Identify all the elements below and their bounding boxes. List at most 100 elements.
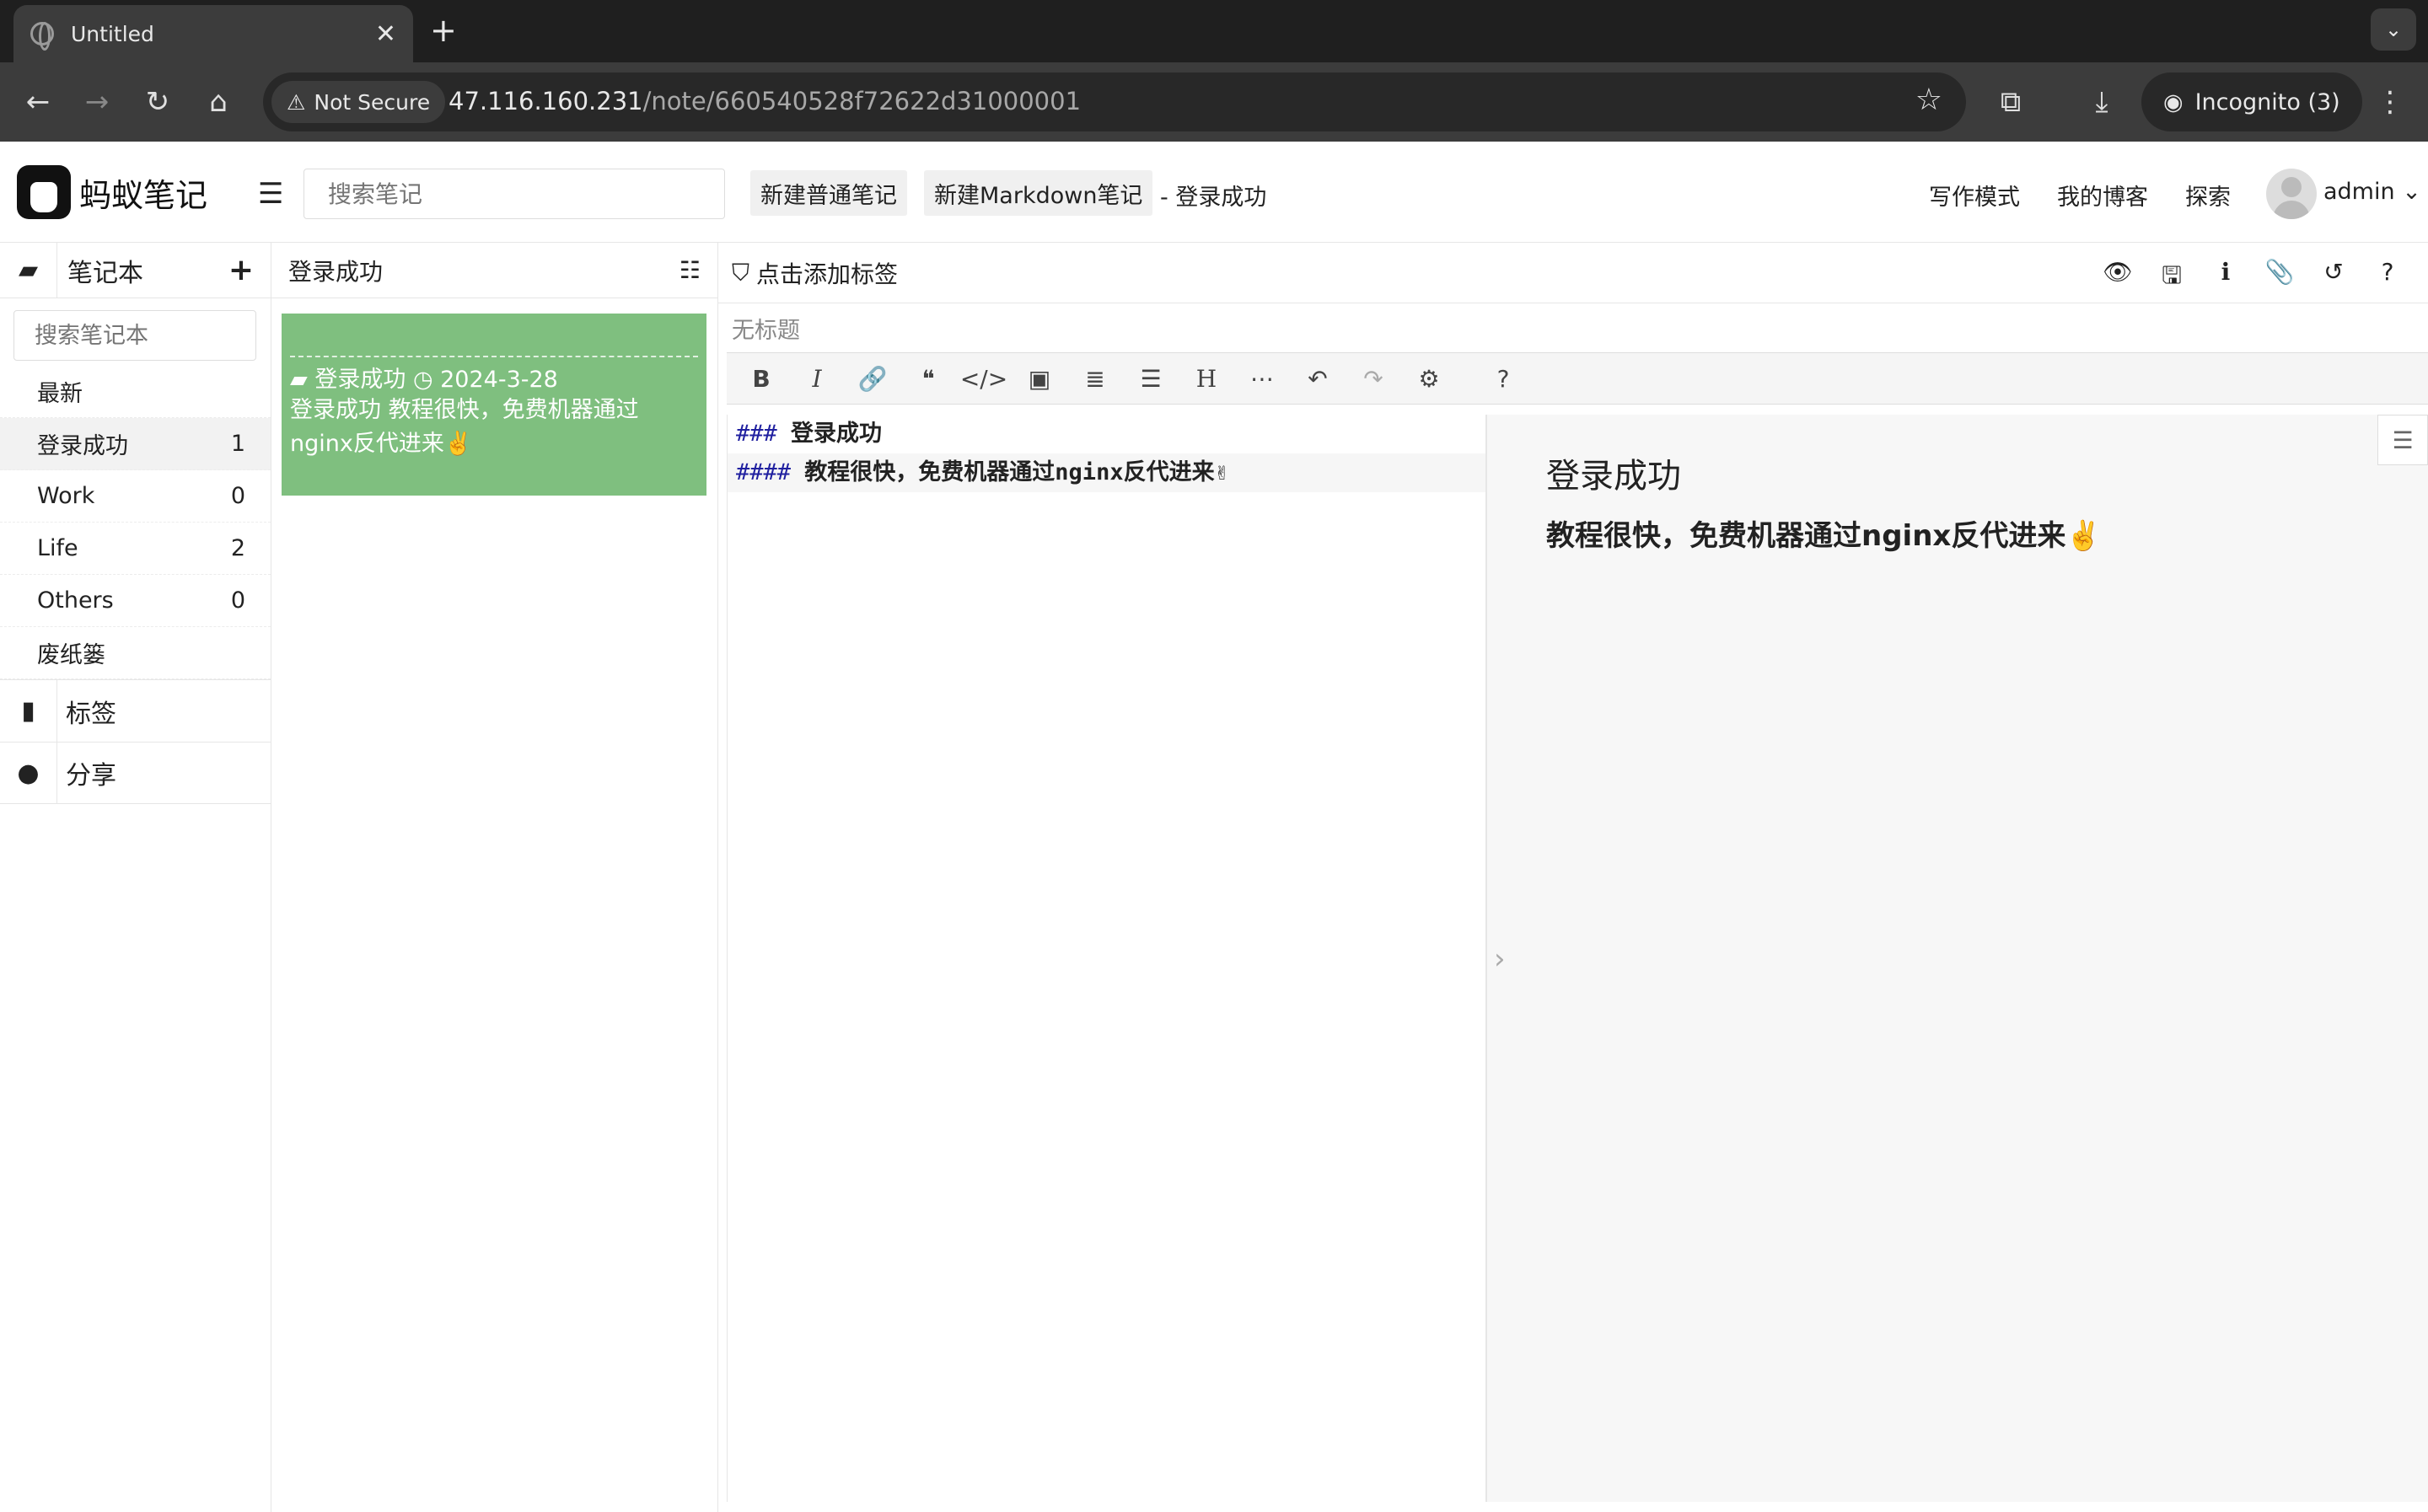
notebook-header: ▰ 笔记本 + (0, 242, 271, 298)
extensions-icon[interactable]: ⧉ (1990, 81, 2032, 123)
bookmark-star-icon[interactable]: ☆ (1915, 83, 1942, 117)
sidebar-item-work[interactable]: Work 0 (0, 470, 271, 523)
editor-tools: 👁 🖫 ℹ 📎 ↺ ? (2091, 258, 2415, 298)
notebook-title: 笔记本 (67, 258, 143, 288)
incognito-icon: ◉ (2163, 88, 2184, 115)
add-tag-label: 点击添加标签 (756, 260, 899, 288)
eye-icon[interactable]: 👁 (2091, 258, 2145, 298)
ordered-list-icon[interactable]: ≣ (1067, 365, 1123, 393)
source-line: ### 登录成功 (728, 415, 1485, 453)
security-chip[interactable]: ⚠ Not Secure (271, 81, 446, 123)
sidebar-item-label: Life (37, 535, 78, 561)
explore-link[interactable]: 探索 (2185, 179, 2231, 212)
sidebar-item-trash[interactable]: 废纸篓 (0, 627, 271, 679)
ant-logo-icon (17, 165, 71, 219)
note-search-input[interactable] (304, 169, 725, 219)
browser-tab[interactable]: Untitled ✕ (13, 5, 413, 62)
my-blog-link[interactable]: 我的博客 (2057, 179, 2148, 212)
add-notebook-button[interactable]: + (228, 253, 254, 287)
markdown-source[interactable]: ### 登录成功 #### 教程很快，免费机器通过nginx反代进来✌ (727, 415, 1485, 1502)
notebook-sidebar: ▰ 笔记本 + 最新 登录成功 1 Work 0 Life 2 Others 0 废纸篓… (0, 242, 271, 1512)
home-button[interactable]: ⌂ (197, 81, 239, 123)
toggle-sidebar-icon[interactable]: ☰ (258, 177, 283, 211)
link-icon[interactable]: 🔗 (845, 365, 900, 393)
sidebar-item-login-success[interactable]: 登录成功 1 (0, 418, 271, 470)
chevron-right-icon[interactable]: › (1494, 942, 1506, 976)
sidebar-item-label: 废纸篓 (37, 642, 105, 668)
code-icon[interactable]: </> (956, 365, 1012, 393)
sidebar-section-tags[interactable]: ▮ 标签 (0, 679, 271, 743)
reload-button[interactable]: ↻ (137, 81, 179, 123)
sidebar-item-life[interactable]: Life 2 (0, 523, 271, 575)
source-line-text: 教程很快，免费机器通过nginx反代进来✌ (804, 459, 1228, 485)
help-circle-icon[interactable]: ? (1475, 365, 1531, 393)
history-icon[interactable]: ↺ (2307, 258, 2361, 298)
source-line-text: 登录成功 (791, 421, 883, 447)
tab-search-button[interactable]: ⌄ (2371, 8, 2416, 51)
heading-marker: ### (736, 421, 777, 447)
image-icon[interactable]: ▣ (1012, 365, 1067, 393)
unordered-list-icon[interactable]: ☰ (1123, 365, 1179, 393)
browser-menu-icon[interactable]: ⋮ (2369, 81, 2411, 123)
sidebar-item-latest[interactable]: 最新 (0, 366, 271, 418)
avatar[interactable] (2266, 169, 2317, 219)
sidebar-item-count: 1 (230, 431, 245, 457)
sidebar-item-count: 2 (230, 535, 245, 561)
tab-title: Untitled (71, 21, 154, 46)
toc-icon[interactable]: ☰ (2377, 415, 2428, 465)
user-icon: ● (0, 742, 57, 804)
download-icon[interactable]: ⤓ (2081, 81, 2123, 123)
note-card-notebook: 登录成功 (314, 367, 406, 393)
attachment-icon[interactable]: 📎 (2253, 258, 2307, 298)
preview-heading-4: 教程很快，免费机器通过nginx反代进来✌️ (1546, 519, 2102, 553)
redo-icon[interactable]: ↷ (1346, 365, 1401, 393)
url-text[interactable]: 47.116.160.231/note/660540528f72622d3100… (449, 87, 1081, 115)
share-label: 分享 (66, 761, 116, 791)
bold-icon[interactable]: B (733, 365, 789, 393)
sidebar-item-label: Others (37, 587, 114, 614)
user-menu[interactable]: admin ⌄ (2323, 179, 2421, 205)
app-logo[interactable]: 蚂蚁笔记 (17, 165, 207, 219)
browser-toolbar: ← → ↻ ⌂ ⚠ Not Secure 47.116.160.231/note… (0, 62, 2428, 142)
notebook-search-input[interactable] (13, 310, 256, 361)
back-button[interactable]: ← (17, 81, 59, 123)
undo-icon[interactable]: ↶ (1290, 365, 1346, 393)
help-icon[interactable]: ? (2361, 258, 2415, 298)
heading-icon[interactable]: H (1179, 365, 1234, 393)
quote-icon[interactable]: ❝ (900, 365, 956, 393)
save-icon[interactable]: 🖫 (2145, 258, 2199, 298)
add-tag-button[interactable]: ⛉ 点击添加标签 (732, 256, 898, 290)
address-bar[interactable]: ⚠ Not Secure 47.116.160.231/note/6605405… (263, 72, 1966, 131)
settings-icon[interactable]: ⚙ (1401, 365, 1457, 393)
forward-button[interactable]: → (76, 81, 118, 123)
user-name: admin (2323, 179, 2395, 205)
list-view-icon[interactable]: ☷ (680, 256, 701, 284)
incognito-chip[interactable]: ◉ Incognito (3) (2141, 72, 2362, 131)
tags-label: 标签 (66, 699, 116, 729)
close-icon[interactable]: ✕ (375, 19, 396, 49)
sidebar-item-count: 0 (230, 483, 245, 509)
chevron-down-icon: ⌄ (2402, 179, 2421, 205)
sidebar-section-share[interactable]: ● 分享 (0, 742, 271, 804)
note-list-header: 登录成功 ☷ (271, 243, 717, 298)
horizontal-rule-icon[interactable]: ⋯ (1234, 365, 1290, 393)
clock-icon: ◷ (412, 367, 433, 393)
new-tab-button[interactable]: + (430, 12, 457, 49)
sidebar-item-others[interactable]: Others 0 (0, 575, 271, 627)
heading-marker: #### (736, 459, 792, 485)
preview-heading-3: 登录成功 (1546, 457, 1681, 496)
note-card[interactable]: ▰ 登录成功 ◷ 2024-3-28 登录成功 教程很快，免费机器通过nginx… (282, 314, 706, 496)
note-list-title: 登录成功 (288, 257, 384, 286)
incognito-label: Incognito (3) (2194, 88, 2340, 115)
app-header: 蚂蚁笔记 ☰ 新建普通笔记 新建Markdown笔记 - 登录成功 写作模式 我… (0, 142, 2428, 243)
info-icon[interactable]: ℹ (2199, 258, 2253, 298)
italic-icon[interactable]: I (789, 365, 845, 393)
logo-text: 蚂蚁笔记 (79, 176, 208, 214)
writing-mode-link[interactable]: 写作模式 (1929, 179, 2020, 212)
new-note-button[interactable]: 新建普通笔记 (750, 170, 907, 216)
editor-pane: ⛉ 点击添加标签 👁 🖫 ℹ 📎 ↺ ? 无标题 B I 🔗 ❝ </> ▣ ≣… (718, 243, 2428, 1512)
notebook-icon: ▰ (290, 367, 308, 393)
new-markdown-button[interactable]: 新建Markdown笔记 (924, 170, 1153, 216)
url-path: /note/660540528f72622d31000001 (642, 87, 1082, 115)
note-title-input[interactable]: 无标题 (718, 303, 2428, 352)
